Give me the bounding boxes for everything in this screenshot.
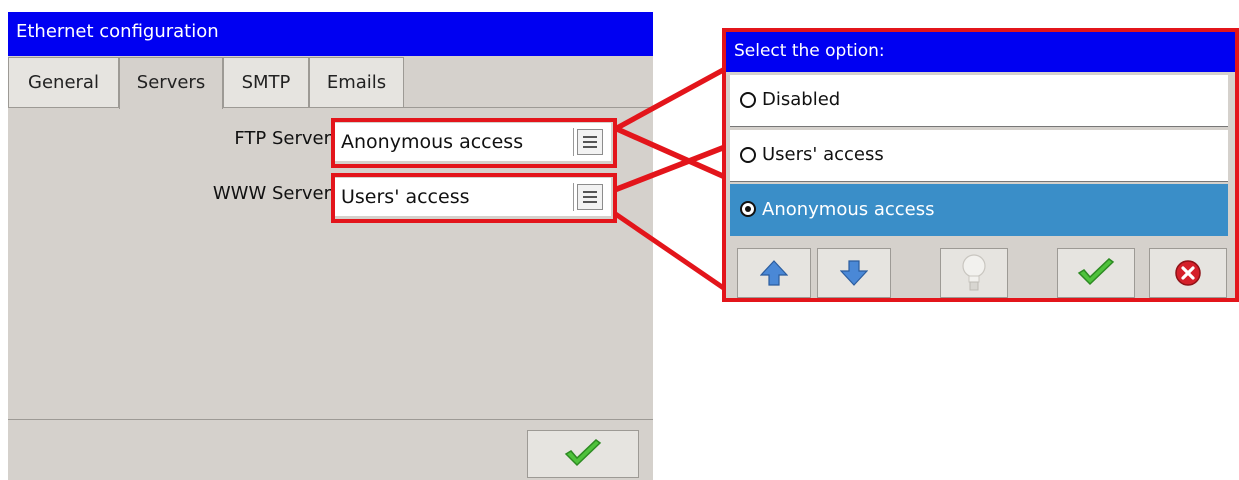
green-checkmark-icon (1077, 258, 1115, 286)
option-users-access[interactable]: Users' access (730, 130, 1228, 182)
option-anonymous-access[interactable]: Anonymous access (730, 184, 1228, 236)
www-highlight-frame (331, 173, 617, 223)
hint-button[interactable] (940, 248, 1008, 298)
select-option-dialog: Select the option: Disabled Users' acces… (722, 28, 1239, 302)
move-up-button[interactable] (737, 248, 811, 298)
tab-emails[interactable]: Emails (309, 57, 404, 107)
dialog-title: Select the option: (726, 32, 1235, 72)
tab-label: Emails (326, 72, 387, 93)
tab-smtp[interactable]: SMTP (223, 57, 309, 107)
option-label: Anonymous access (762, 199, 935, 220)
tab-label: General (28, 72, 99, 93)
lightbulb-icon (962, 254, 986, 291)
option-label: Users' access (762, 144, 884, 165)
down-arrow-icon (840, 260, 868, 286)
ftp-server-label: FTP Server (234, 128, 331, 149)
radio-icon (740, 92, 756, 108)
radio-selected-icon (740, 201, 756, 217)
tab-divider (8, 107, 653, 108)
window-title: Ethernet configuration (8, 12, 653, 56)
move-down-button[interactable] (817, 248, 891, 298)
radio-icon (740, 147, 756, 163)
footer-divider (8, 419, 653, 420)
tab-label: Servers (136, 72, 206, 93)
tab-servers[interactable]: Servers (119, 57, 223, 109)
ok-button[interactable] (527, 430, 639, 478)
cancel-button[interactable] (1149, 248, 1227, 298)
ftp-highlight-frame (331, 118, 617, 168)
red-close-icon (1175, 260, 1201, 286)
up-arrow-icon (760, 260, 788, 286)
option-disabled[interactable]: Disabled (730, 75, 1228, 127)
tab-label: SMTP (241, 72, 291, 93)
www-server-label: WWW Server (212, 183, 331, 204)
confirm-button[interactable] (1057, 248, 1135, 298)
option-label: Disabled (762, 89, 841, 110)
tab-bar: General Servers SMTP Emails (8, 57, 653, 109)
ethernet-config-window: Ethernet configuration General Servers S… (8, 12, 653, 480)
tab-general[interactable]: General (8, 57, 119, 107)
green-checkmark-icon (564, 439, 602, 467)
